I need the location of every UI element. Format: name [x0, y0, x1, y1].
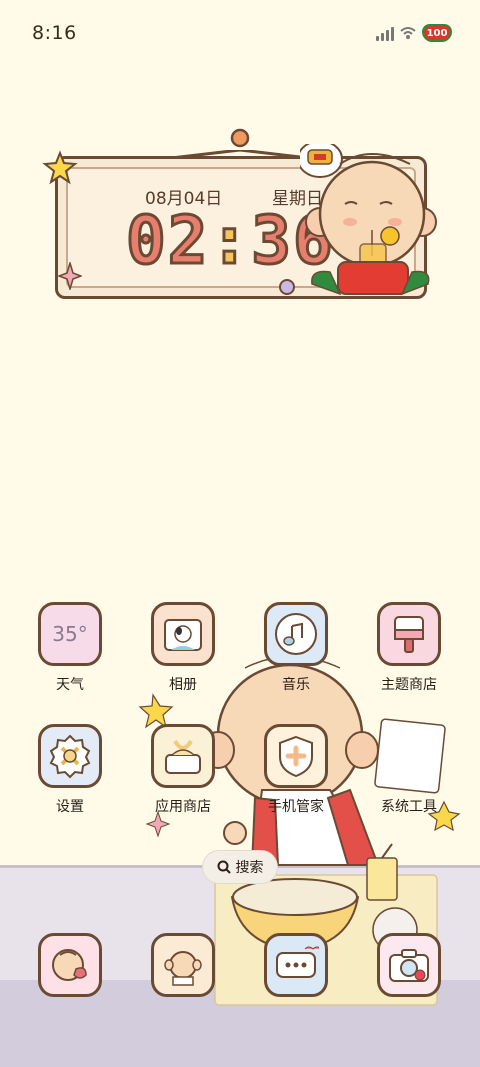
app-phone-manager[interactable]: 手机管家	[250, 724, 342, 816]
widget-hour: 02	[124, 201, 210, 281]
phone-manager-icon	[264, 724, 328, 788]
status-icons: 100	[376, 24, 452, 42]
app-label: 应用商店	[155, 799, 211, 815]
dock-messages[interactable]	[250, 933, 342, 997]
weather-temp: 35°	[52, 622, 88, 646]
dock-phone[interactable]	[24, 933, 116, 997]
app-label: 天气	[56, 677, 84, 693]
app-gallery[interactable]: 相册	[137, 602, 229, 694]
app-store-icon	[151, 724, 215, 788]
battery-icon: 100	[422, 24, 452, 42]
widget-colon: :	[208, 201, 252, 281]
weather-icon: 35°	[38, 602, 102, 666]
pin-icon	[230, 128, 250, 148]
wifi-icon	[400, 27, 416, 39]
search-label: 搜索	[235, 860, 264, 876]
dot-icon	[279, 279, 295, 295]
app-label: 手机管家	[268, 799, 324, 815]
contacts-icon	[151, 933, 215, 997]
app-theme-store[interactable]: 主题商店	[363, 602, 455, 694]
sparkle-icon	[58, 262, 82, 290]
search-icon	[217, 860, 231, 874]
search-button[interactable]: 搜索	[203, 851, 277, 883]
status-time: 8:16	[32, 22, 77, 44]
dock-camera[interactable]	[363, 933, 455, 997]
messages-icon	[264, 933, 328, 997]
app-music[interactable]: 音乐	[250, 602, 342, 694]
app-label: 系统工具	[381, 799, 437, 815]
clock-widget[interactable]: 08月04日 星期日 02:36	[42, 128, 437, 302]
star-icon	[42, 150, 78, 185]
theme-store-icon	[377, 602, 441, 666]
settings-icon	[38, 724, 102, 788]
signal-icon	[376, 25, 394, 41]
app-label: 主题商店	[381, 677, 437, 693]
character-illustration	[300, 144, 437, 296]
status-bar: 8:16 100	[0, 0, 480, 68]
app-label: 相册	[169, 677, 197, 693]
system-tools-icon	[363, 724, 455, 788]
phone-icon	[38, 933, 102, 997]
app-label: 设置	[56, 799, 84, 815]
dock-contacts[interactable]	[137, 933, 229, 997]
music-icon	[264, 602, 328, 666]
camera-icon	[377, 933, 441, 997]
app-app-store[interactable]: 应用商店	[137, 724, 229, 816]
gallery-icon	[151, 602, 215, 666]
app-settings[interactable]: 设置	[24, 724, 116, 816]
app-label: 音乐	[282, 677, 310, 693]
app-system-tools[interactable]: 系统工具	[363, 724, 455, 816]
app-weather[interactable]: 35° 天气	[24, 602, 116, 694]
